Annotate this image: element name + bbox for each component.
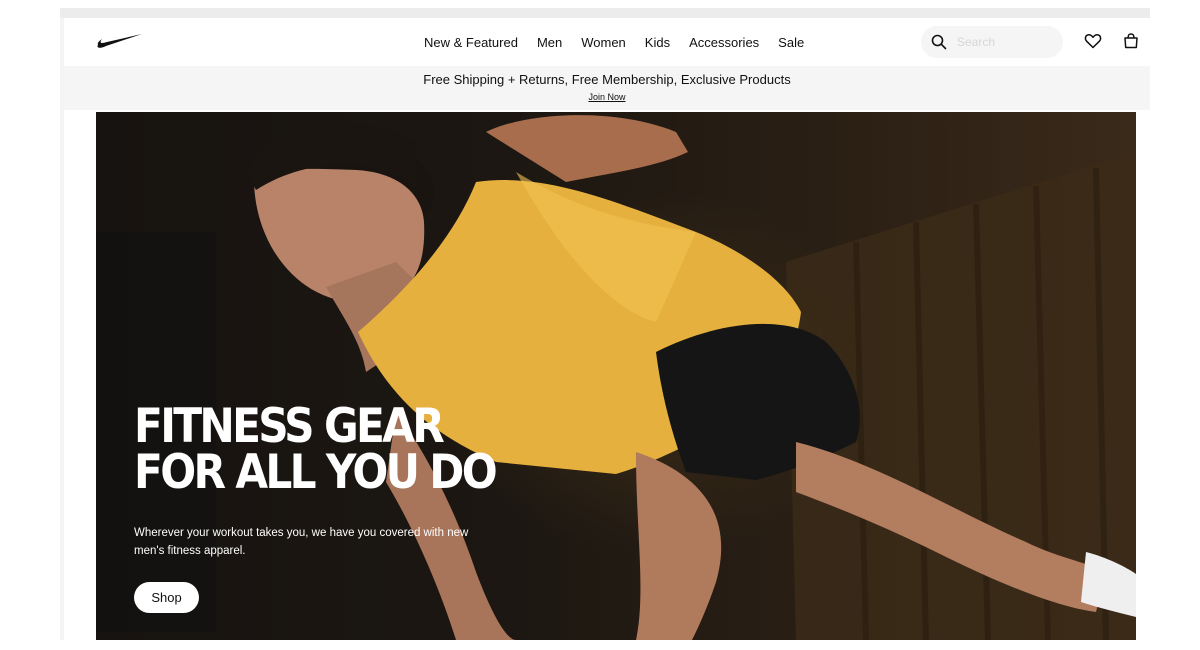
nav-item-sale[interactable]: Sale bbox=[778, 35, 804, 50]
heart-icon[interactable] bbox=[1084, 32, 1102, 55]
search-box[interactable] bbox=[921, 26, 1063, 58]
search-input[interactable] bbox=[957, 32, 1055, 52]
hero-headline: FITNESS GEAR FOR ALL YOU DO bbox=[134, 399, 498, 500]
main-nav: New & Featured Men Women Kids Accessorie… bbox=[424, 18, 804, 66]
promo-banner: Free Shipping + Returns, Free Membership… bbox=[64, 66, 1150, 110]
search-icon[interactable] bbox=[931, 34, 947, 50]
nike-swoosh-icon[interactable] bbox=[96, 32, 142, 50]
nav-item-women[interactable]: Women bbox=[581, 35, 626, 50]
nav-item-accessories[interactable]: Accessories bbox=[689, 35, 759, 50]
join-now-link[interactable]: Join Now bbox=[64, 92, 1150, 102]
nav-item-kids[interactable]: Kids bbox=[645, 35, 670, 50]
hero-image bbox=[96, 115, 1136, 640]
bag-icon[interactable] bbox=[1122, 32, 1140, 55]
hero-headline-line-2: FOR ALL YOU DO bbox=[134, 445, 498, 500]
promo-text: Free Shipping + Returns, Free Membership… bbox=[423, 72, 791, 87]
hero-subtext: Wherever your workout takes you, we have… bbox=[134, 527, 469, 557]
hero-headline-line-1: FITNESS GEAR bbox=[134, 399, 445, 454]
top-navigation: New & Featured Men Women Kids Accessorie… bbox=[64, 18, 1150, 66]
browser-frame-top bbox=[60, 8, 1150, 18]
browser-frame-left bbox=[60, 18, 64, 640]
nav-item-men[interactable]: Men bbox=[537, 35, 562, 50]
hero-banner: FITNESS GEAR FOR ALL YOU DO Wherever you… bbox=[96, 112, 1136, 640]
shop-button[interactable]: Shop bbox=[134, 582, 199, 613]
nav-item-new-featured[interactable]: New & Featured bbox=[424, 35, 518, 50]
